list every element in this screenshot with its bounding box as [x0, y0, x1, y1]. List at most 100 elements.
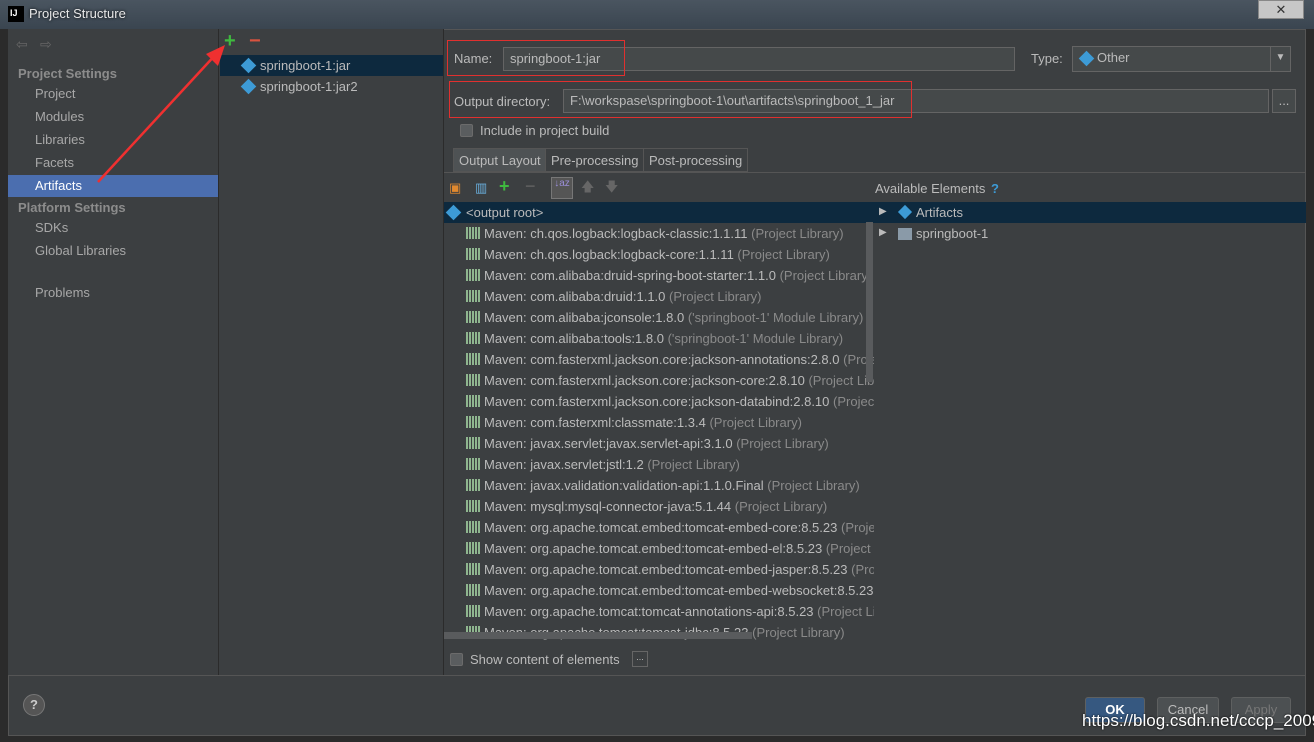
- include-in-build-label: Include in project build: [480, 123, 610, 138]
- library-row[interactable]: Maven: org.apache.tomcat:tomcat-annotati…: [444, 601, 874, 622]
- output-root-row[interactable]: <output root>: [444, 202, 874, 223]
- library-row[interactable]: Maven: org.apache.tomcat.embed:tomcat-em…: [444, 559, 874, 580]
- library-row[interactable]: Maven: javax.validation:validation-api:1…: [444, 475, 874, 496]
- sidebar-item-sdks[interactable]: SDKs: [8, 217, 218, 239]
- vertical-scrollbar[interactable]: [866, 222, 873, 382]
- divider: [8, 675, 1306, 676]
- library-name: Maven: com.fasterxml.jackson.core:jackso…: [484, 352, 840, 367]
- library-icon: [466, 437, 480, 449]
- close-button[interactable]: ✕: [1258, 0, 1304, 19]
- show-content-options-button[interactable]: ...: [632, 651, 648, 667]
- artifact-icon: [1078, 50, 1095, 67]
- remove-artifact-button[interactable]: −: [249, 30, 261, 53]
- artifact-item[interactable]: springboot-1:jar: [220, 55, 443, 76]
- library-icon: [466, 605, 480, 617]
- library-icon: [466, 563, 480, 575]
- library-row[interactable]: Maven: javax.servlet:javax.servlet-api:3…: [444, 433, 874, 454]
- library-row[interactable]: Maven: mysql:mysql-connector-java:5.1.44…: [444, 496, 874, 517]
- artifact-icon: [240, 78, 257, 95]
- highlight-box: [449, 81, 912, 118]
- sidebar-item-global-libraries[interactable]: Global Libraries: [8, 240, 218, 262]
- artifact-label: springboot-1:jar2: [260, 79, 358, 94]
- artifact-item[interactable]: springboot-1:jar2: [220, 76, 443, 97]
- window-title: Project Structure: [29, 6, 126, 21]
- library-scope: (Project Library): [709, 415, 802, 430]
- library-scope: (Project Library): [734, 499, 828, 514]
- library-icon: [466, 479, 480, 491]
- forward-icon[interactable]: ⇨: [40, 36, 52, 53]
- library-row[interactable]: Maven: org.apache.tomcat.embed:tomcat-em…: [444, 517, 874, 538]
- sort-icon[interactable]: ↓az: [551, 177, 573, 199]
- library-row[interactable]: Maven: com.fasterxml.jackson.core:jackso…: [444, 349, 874, 370]
- sidebar-item-problems[interactable]: Problems: [8, 282, 218, 304]
- add-element-button[interactable]: +: [499, 176, 510, 197]
- library-scope: ('springboot-1' Module Library): [667, 331, 844, 346]
- library-row[interactable]: Maven: org.apache.tomcat.embed:tomcat-em…: [444, 538, 874, 559]
- move-down-icon[interactable]: 🡇: [605, 178, 618, 200]
- create-directory-icon[interactable]: ▣: [449, 180, 461, 196]
- remove-element-button[interactable]: −: [525, 176, 536, 197]
- library-name: Maven: javax.servlet:jstl:1.2: [484, 457, 644, 472]
- library-row[interactable]: Maven: javax.servlet:jstl:1.2 (Project L…: [444, 454, 874, 475]
- library-name: Maven: com.alibaba:tools:1.8.0: [484, 331, 664, 346]
- library-icon: [466, 521, 480, 533]
- library-scope: (Project Library): [817, 604, 874, 619]
- library-name: Maven: com.fasterxml:classmate:1.3.4: [484, 415, 706, 430]
- library-scope: (Project Library): [808, 373, 874, 388]
- available-item[interactable]: springboot-1: [916, 226, 988, 241]
- highlight-box: [447, 40, 625, 76]
- show-content-checkbox[interactable]: [450, 653, 463, 666]
- help-button[interactable]: ?: [23, 694, 45, 716]
- browse-button[interactable]: ...: [1272, 89, 1296, 113]
- archive-icon[interactable]: ▥: [475, 180, 487, 196]
- library-name: Maven: org.apache.tomcat.embed:tomcat-em…: [484, 583, 874, 598]
- tab-post-processing[interactable]: Post-processing: [643, 148, 749, 172]
- library-name: Maven: org.apache.tomcat.embed:tomcat-em…: [484, 541, 823, 556]
- expand-icon[interactable]: ▶: [879, 227, 887, 238]
- platform-settings-heading: Platform Settings: [18, 200, 126, 215]
- library-row[interactable]: Maven: com.fasterxml.jackson.core:jackso…: [444, 370, 874, 391]
- library-scope: (Project Library): [840, 520, 874, 535]
- available-item[interactable]: Artifacts: [916, 205, 963, 220]
- output-layout-tree: <output root> Maven: ch.qos.logback:logb…: [444, 202, 874, 642]
- include-in-build-checkbox[interactable]: [460, 124, 473, 137]
- library-row[interactable]: Maven: com.fasterxml.jackson.core:jackso…: [444, 391, 874, 412]
- horizontal-scrollbar[interactable]: [444, 632, 752, 639]
- library-scope: (Project Library): [669, 289, 762, 304]
- library-scope: (Project Library): [737, 247, 830, 262]
- expand-icon[interactable]: ▶: [879, 206, 887, 217]
- chevron-down-icon: ▼: [1270, 47, 1290, 71]
- library-name: Maven: org.apache.tomcat.embed:tomcat-em…: [484, 562, 848, 577]
- library-icon: [466, 542, 480, 554]
- library-name: Maven: org.apache.tomcat.embed:tomcat-em…: [484, 520, 838, 535]
- library-row[interactable]: Maven: com.alibaba:tools:1.8.0 ('springb…: [444, 328, 874, 349]
- help-icon[interactable]: ?: [991, 181, 999, 196]
- library-scope: (Project Library): [779, 268, 873, 283]
- title-bar: [0, 0, 1314, 29]
- library-row[interactable]: Maven: com.alibaba:jconsole:1.8.0 ('spri…: [444, 307, 874, 328]
- library-row[interactable]: Maven: com.fasterxml:classmate:1.3.4 (Pr…: [444, 412, 874, 433]
- library-row[interactable]: Maven: org.apache.tomcat.embed:tomcat-em…: [444, 580, 874, 601]
- library-name: Maven: com.fasterxml.jackson.core:jackso…: [484, 373, 805, 388]
- back-icon[interactable]: ⇦: [16, 36, 28, 53]
- library-scope: (Project Library): [752, 625, 845, 640]
- library-row[interactable]: Maven: ch.qos.logback:logback-core:1.1.1…: [444, 244, 874, 265]
- tab-output-layout[interactable]: Output Layout: [453, 148, 547, 172]
- intellij-logo: IJ: [8, 6, 24, 22]
- tab-pre-processing[interactable]: Pre-processing: [545, 148, 645, 172]
- type-value: Other: [1097, 50, 1130, 65]
- library-row[interactable]: Maven: com.alibaba:druid-spring-boot-sta…: [444, 265, 874, 286]
- library-name: Maven: com.alibaba:jconsole:1.8.0: [484, 310, 685, 325]
- library-icon: [466, 353, 480, 365]
- available-elements-title: Available Elements: [875, 181, 986, 196]
- move-up-icon[interactable]: 🡅: [581, 178, 594, 200]
- output-root-label: <output root>: [466, 205, 544, 220]
- library-name: Maven: ch.qos.logback:logback-core:1.1.1…: [484, 247, 734, 262]
- library-row[interactable]: Maven: ch.qos.logback:logback-classic:1.…: [444, 223, 874, 244]
- library-row[interactable]: Maven: com.alibaba:druid:1.1.0 (Project …: [444, 286, 874, 307]
- type-select[interactable]: Other ▼: [1072, 46, 1291, 72]
- artifact-list-panel: [219, 29, 444, 675]
- library-icon: [466, 584, 480, 596]
- library-name: Maven: com.alibaba:druid-spring-boot-sta…: [484, 268, 776, 283]
- library-scope: (Project Library): [751, 226, 844, 241]
